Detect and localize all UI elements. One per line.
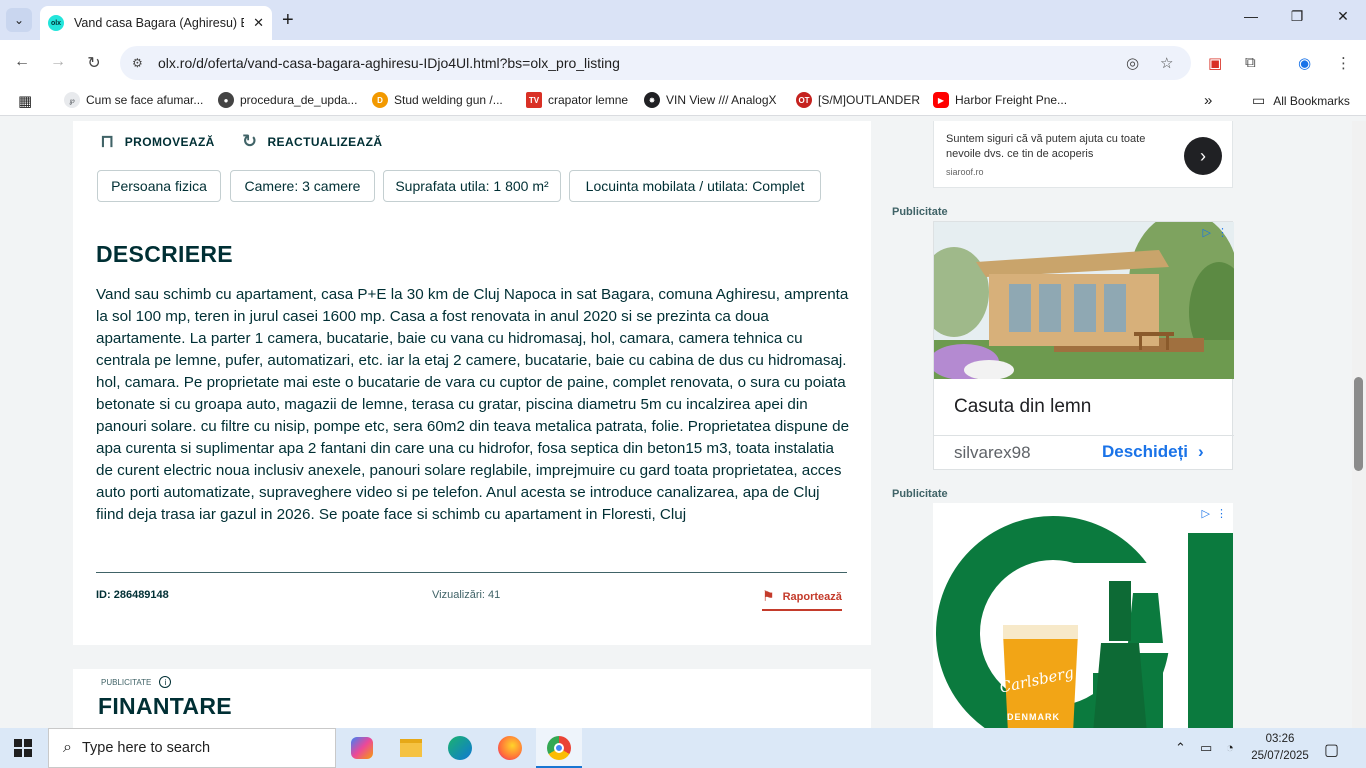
new-tab-button[interactable]: +	[282, 8, 294, 32]
olx-favicon-icon: olx	[48, 15, 64, 31]
extension-pocket-icon[interactable]: ▣	[1208, 54, 1222, 72]
roofing-ad[interactable]: Suntem siguri că vă putem ajuta cu toate…	[933, 121, 1233, 188]
search-placeholder: Type here to search	[81, 740, 211, 756]
open-ad-button[interactable]: Deschideți ›	[1102, 442, 1204, 462]
bookmark-item[interactable]: ℘ Cum se face afumar...	[64, 92, 203, 108]
reload-icon[interactable]: ↻	[84, 53, 104, 73]
bookmark-star-icon[interactable]: ☆	[1160, 54, 1173, 72]
tag-furnished: Locuinta mobilata / utilata: Complet	[569, 170, 821, 202]
ad-label: Publicitate	[892, 488, 948, 500]
adchoices-icon: ▷	[1202, 227, 1211, 239]
search-icon: ⌕	[63, 739, 72, 756]
edge-icon[interactable]	[446, 734, 474, 762]
ad-text: Suntem siguri că vă putem ajuta cu toate…	[946, 133, 1146, 160]
clock-date: 25/07/2025	[1251, 750, 1309, 762]
bookmark-favicon-icon: ℘	[64, 92, 80, 108]
tag-seller-type: Persoana fizica	[97, 170, 221, 202]
close-tab-icon[interactable]: ✕	[253, 15, 264, 31]
bookmark-item[interactable]: ● procedura_de_upda...	[218, 92, 357, 108]
bookmark-item[interactable]: ▶ Harbor Freight Pne...	[933, 92, 1067, 108]
menu-kebab-icon[interactable]: ⋮	[1336, 54, 1351, 72]
forward-arrow-icon[interactable]: →	[48, 53, 68, 71]
all-bookmarks-button[interactable]: ▭ All Bookmarks	[1252, 92, 1350, 109]
active-tab[interactable]: olx Vand casa Bagara (Aghiresu) Ba ✕	[40, 6, 272, 40]
ad-source: siaroof.ro	[946, 167, 984, 177]
refresh-listing-button[interactable]: ↻ REACTUALIZEAZĂ	[242, 131, 382, 152]
promote-button[interactable]: ⊓ PROMOVEAZĂ	[100, 131, 215, 152]
carlsberg-ad[interactable]: Carlsberg DENMARK ▷ ⋮	[933, 503, 1233, 728]
bookmark-item[interactable]: ✸ VIN View /// AnalogX	[644, 92, 777, 108]
more-bookmarks-icon[interactable]: »	[1204, 92, 1212, 109]
flag-icon: ⚑	[762, 588, 775, 604]
file-explorer-icon[interactable]	[397, 734, 425, 762]
bookmark-favicon-icon: D	[372, 92, 388, 108]
brand-sub: DENMARK	[1007, 712, 1060, 722]
listing-id: ID: 286489148	[96, 589, 169, 601]
report-link[interactable]: ⚑ Raportează	[762, 588, 842, 611]
site-info-icon[interactable]: ⚙	[132, 56, 150, 70]
cabin-image: ▷ ⋮	[934, 222, 1234, 379]
bookmark-favicon-icon: OT	[796, 92, 812, 108]
firefox-icon[interactable]	[496, 734, 524, 762]
bookmark-favicon-icon: ✸	[644, 92, 660, 108]
system-clock[interactable]: 03:26 25/07/2025	[1248, 731, 1312, 765]
address-bar[interactable]: ⚙ olx.ro/d/oferta/vand-casa-bagara-aghir…	[120, 46, 1191, 80]
view-count: Vizualizări: 41	[432, 589, 501, 601]
kebab-icon: ⋮	[1216, 508, 1227, 520]
folder-icon: ▭	[1252, 92, 1266, 108]
page-viewport: ⊓ PROMOVEAZĂ ↻ REACTUALIZEAZĂ Persoana fiz…	[0, 121, 1352, 728]
taskbar-search[interactable]: ⌕ Type here to search	[48, 728, 336, 768]
tab-title: Vand casa Bagara (Aghiresu) Ba	[74, 16, 244, 30]
apps-grid-icon[interactable]: ▦	[18, 92, 32, 110]
ad-choices[interactable]: ▷ ⋮	[1202, 507, 1227, 520]
notification-icon[interactable]: ▢	[1324, 740, 1339, 760]
close-window-icon[interactable]: ✕	[1328, 8, 1358, 25]
tag-rooms: Camere: 3 camere	[230, 170, 375, 202]
ad-title: Casuta din lemn	[954, 396, 1092, 417]
bookmark-item[interactable]: OT [S/M]OUTLANDER	[796, 92, 920, 108]
bookmark-item[interactable]: D Stud welding gun /...	[372, 92, 503, 108]
tray-chevron-up-icon[interactable]: ⌃	[1175, 740, 1186, 756]
scrollbar-thumb[interactable]	[1354, 377, 1363, 471]
description-heading: DESCRIERE	[96, 241, 233, 267]
clock-time: 03:26	[1265, 733, 1295, 745]
network-icon[interactable]: ▭	[1200, 740, 1212, 756]
ad-label: PUBLICITATE i	[101, 676, 172, 688]
bookmark-item[interactable]: TV crapator lemne	[526, 92, 628, 108]
financing-heading: FINANTARE	[98, 693, 232, 719]
chevron-right-icon[interactable]: ›	[1184, 137, 1222, 175]
profile-avatar-icon[interactable]: ◉	[1298, 54, 1311, 72]
tab-search-button[interactable]: ⌄	[6, 8, 32, 32]
divider	[96, 572, 847, 573]
url-text: olx.ro/d/oferta/vand-casa-bagara-aghires…	[158, 55, 620, 71]
back-arrow-icon[interactable]: ←	[12, 53, 32, 71]
cabin-illustration	[934, 222, 1234, 379]
chevron-right-icon: ›	[1197, 442, 1204, 461]
description-text: Vand sau schimb cu apartament, casa P+E …	[96, 286, 850, 523]
chevron-down-icon: ⌄	[13, 13, 25, 27]
minimize-icon[interactable]: —	[1236, 8, 1266, 24]
extensions-puzzle-icon[interactable]: ⧉	[1245, 54, 1256, 71]
tracking-blocked-icon[interactable]: ◎	[1126, 54, 1139, 72]
bookmark-favicon-icon: ●	[218, 92, 234, 108]
bookmark-favicon-icon: TV	[526, 92, 542, 108]
kebab-icon: ⋮	[1217, 227, 1228, 239]
youtube-icon: ▶	[933, 92, 949, 108]
copilot-icon[interactable]	[348, 734, 376, 762]
bookmark-outline-icon: ⊓	[100, 131, 115, 151]
divider	[934, 435, 1234, 436]
windows-start-icon[interactable]	[14, 739, 32, 757]
wooden-house-ad[interactable]: ▷ ⋮ Casuta din lemn silvarex98 Deschideți…	[933, 221, 1234, 470]
chrome-icon[interactable]	[545, 734, 573, 762]
carlsberg-illustration	[933, 503, 1233, 728]
info-icon[interactable]: i	[159, 676, 172, 688]
tag-surface: Suprafata utila: 1 800 m²	[383, 170, 561, 202]
ad-choices[interactable]: ▷ ⋮	[1203, 226, 1228, 239]
refresh-icon: ↻	[242, 131, 258, 151]
restore-icon[interactable]: ❐	[1282, 8, 1312, 25]
ad-source: silvarex98	[954, 443, 1031, 462]
adchoices-icon: ▷	[1201, 508, 1210, 520]
wifi-icon[interactable]: ◔	[1226, 740, 1234, 755]
ad-label: Publicitate	[892, 206, 948, 218]
